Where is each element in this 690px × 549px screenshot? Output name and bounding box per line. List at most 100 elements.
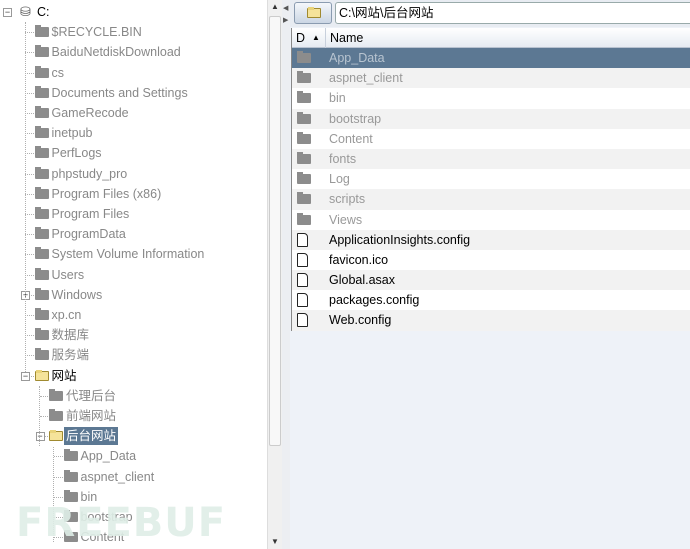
file-name: Log [329, 172, 350, 187]
tree-connector [25, 214, 36, 215]
folder-icon [34, 65, 49, 78]
file-row[interactable]: App_Data [292, 48, 690, 69]
tree-item[interactable]: System Volume Information [0, 244, 266, 264]
folder-icon [34, 186, 49, 199]
file-row[interactable]: packages.config [292, 290, 690, 311]
folder-icon [34, 328, 49, 341]
tree-item[interactable]: Program Files (x86) [0, 184, 266, 204]
folder-tree-panel: − ⛁ C: $RECYCLE.BIN BaiduNetdiskDownload cs Do… [0, 0, 282, 549]
tree-item[interactable]: bootstrap [0, 507, 266, 527]
collapse-icon[interactable]: − [21, 371, 30, 381]
column-header-name[interactable]: Name [325, 28, 363, 48]
tree-item-label: Windows [51, 287, 103, 302]
folder-icon [49, 388, 63, 401]
file-row[interactable]: Log [292, 169, 690, 190]
folder-icon [49, 409, 63, 421]
tree-item[interactable]: Users [0, 265, 266, 285]
tree-item[interactable]: $RECYCLE.BIN [0, 22, 266, 42]
file-row[interactable]: Content [292, 128, 690, 149]
collapse-left-arrow-icon[interactable]: ◀ [283, 4, 288, 12]
tree-connector [25, 133, 36, 135]
file-icon [297, 273, 308, 288]
sort-ascending-icon: ▲ [312, 33, 320, 42]
tree-item[interactable]: + Windows [0, 285, 266, 305]
folder-icon [34, 308, 49, 320]
collapse-icon[interactable]: − [35, 432, 45, 442]
tree-connector [25, 193, 36, 195]
tree-item[interactable]: aspnet_client [0, 467, 266, 487]
tree-item-label: inetpub [51, 126, 93, 141]
folder-icon [34, 25, 49, 38]
file-row[interactable]: bin [292, 88, 690, 109]
tree-item[interactable]: bin [0, 487, 266, 507]
tree-item[interactable]: PerfLogs [0, 143, 266, 163]
tree-item[interactable]: inetpub [0, 123, 266, 143]
tree-item[interactable]: cs [0, 63, 266, 83]
file-row[interactable]: aspnet_client [292, 68, 690, 89]
tree-item-label: 数据库 [51, 328, 90, 343]
folder-up-button[interactable] [294, 2, 332, 24]
collapse-right-arrow-icon[interactable]: ▶ [283, 16, 288, 24]
tree-item[interactable]: 数据库 [0, 325, 266, 345]
file-list-panel: C:\网站\后台网站 D ▲ Name App_Data aspnet_clien… [290, 0, 690, 549]
tree-item[interactable]: ProgramData [0, 224, 266, 244]
scroll-down-arrow-icon[interactable]: ▼ [268, 535, 282, 549]
folder-icon [34, 227, 49, 240]
tree-guide-line [39, 386, 40, 446]
tree-item[interactable]: − ⛁ C: [0, 2, 266, 22]
tree-item[interactable]: App_Data [0, 446, 266, 466]
file-row[interactable]: Web.config [292, 310, 690, 331]
tree-connector [25, 274, 36, 276]
tree-connector [25, 173, 36, 175]
tree-item[interactable]: xp.cn [0, 305, 266, 325]
drive-icon: ⛁ [20, 4, 31, 19]
collapse-icon[interactable]: − [3, 8, 12, 17]
tree-item-label: bin [80, 489, 98, 504]
scroll-up-arrow-icon[interactable]: ▲ [268, 0, 282, 14]
tree-item[interactable]: 服务端 [0, 345, 266, 365]
tree-item-label: cs [51, 65, 65, 80]
tree-item[interactable]: Content [0, 527, 266, 547]
folder-icon [297, 212, 311, 225]
tree-connector [54, 517, 65, 518]
tree-item-label: Users [51, 267, 85, 282]
file-name: ApplicationInsights.config [329, 232, 471, 247]
tree-guide-line [53, 447, 54, 542]
file-row[interactable]: fonts [292, 148, 690, 170]
tree-item[interactable]: BaiduNetdiskDownload [0, 42, 266, 62]
file-name: bin [329, 91, 346, 106]
folder-icon [307, 7, 321, 18]
tree-connector [25, 315, 36, 316]
tree-connector [25, 92, 36, 94]
tree-item-label: C: [37, 5, 50, 19]
path-input[interactable]: C:\网站\后台网站 [335, 2, 690, 24]
file-name: scripts [329, 192, 366, 207]
tree-item-label: xp.cn [51, 308, 82, 322]
tree-scrollbar[interactable]: ▲ ▼ [267, 0, 282, 549]
file-row[interactable]: favicon.ico [292, 249, 690, 271]
tree-item[interactable]: Program Files [0, 204, 266, 224]
file-row[interactable]: bootstrap [292, 108, 690, 129]
tree-item[interactable]: − 网站 [0, 366, 266, 386]
tree-item[interactable]: GameRecode [0, 103, 266, 123]
path-bar: C:\网站\后台网站 [290, 0, 690, 27]
file-row[interactable]: Views [292, 209, 690, 230]
file-row[interactable]: ApplicationInsights.config [292, 229, 690, 250]
tree-item[interactable]: Documents and Settings [0, 83, 266, 103]
file-name: fonts [329, 151, 357, 166]
tree-item[interactable]: phpstudy_pro [0, 164, 266, 184]
tree-guide-line [25, 22, 26, 372]
tree-connector [25, 355, 36, 357]
folder-icon [297, 131, 311, 144]
folder-icon [63, 489, 78, 502]
file-row[interactable]: Global.asax [292, 270, 690, 291]
column-header-d[interactable]: D [296, 28, 305, 48]
file-row[interactable]: scripts [292, 189, 690, 210]
file-name: Global.asax [329, 273, 396, 288]
scroll-thumb[interactable] [269, 16, 281, 446]
tree-connector [54, 476, 65, 478]
tree-item-label: Program Files [51, 207, 130, 221]
split-divider[interactable]: ◀ ▶ [282, 0, 290, 549]
folder-icon [297, 111, 311, 124]
tree-connector [25, 52, 36, 54]
